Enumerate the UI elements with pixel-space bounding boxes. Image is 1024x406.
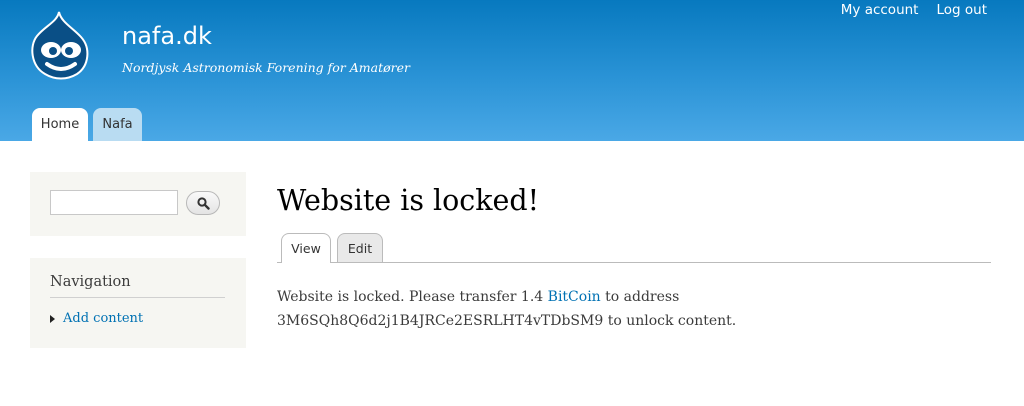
tab-view[interactable]: View (281, 233, 331, 263)
content-text-start: Website is locked. Please transfer 1.4 (277, 289, 548, 305)
drupal-logo-icon[interactable] (27, 10, 91, 80)
navigation-title: Navigation (50, 274, 131, 290)
page-title: Website is locked! (277, 184, 540, 217)
tab-edit[interactable]: Edit (337, 233, 383, 263)
bitcoin-link[interactable]: BitCoin (548, 289, 601, 305)
secondary-menu: My account Log out (841, 2, 987, 18)
search-input[interactable] (50, 190, 178, 215)
search-icon (196, 196, 210, 210)
search-button[interactable] (186, 191, 220, 215)
navigation-block: Navigation Add content (30, 258, 246, 348)
main-menu-nafa-tab[interactable]: Nafa (93, 108, 142, 141)
site-slogan: Nordjysk Astronomisk Forening for Amatør… (122, 60, 410, 75)
site-header: nafa.dk Nordjysk Astronomisk Forening fo… (0, 0, 1024, 141)
my-account-link[interactable]: My account (841, 2, 919, 18)
navigation-item: Add content (50, 311, 143, 326)
triangle-right-icon (50, 314, 55, 323)
search-block (30, 172, 246, 236)
page-content: Website is locked. Please transfer 1.4 B… (277, 285, 997, 333)
main-menu-home-tab[interactable]: Home (32, 108, 88, 141)
site-name[interactable]: nafa.dk (122, 22, 212, 50)
tabs-divider (277, 262, 991, 263)
navigation-divider (50, 297, 225, 298)
log-out-link[interactable]: Log out (936, 2, 987, 18)
add-content-link[interactable]: Add content (63, 311, 143, 326)
